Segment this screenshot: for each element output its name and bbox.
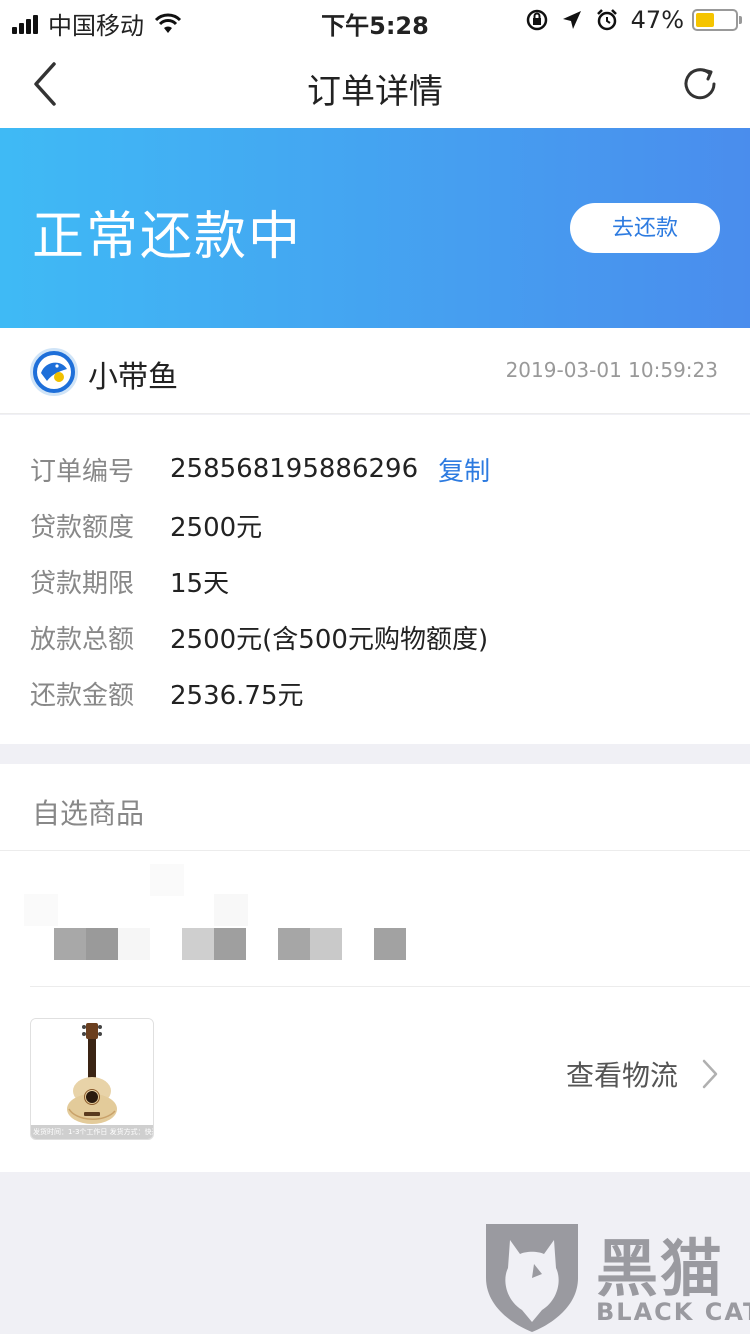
- detail-label: 还款金额: [30, 680, 135, 711]
- alarm-icon: [596, 9, 617, 31]
- location-icon: [562, 11, 581, 29]
- refresh-icon[interactable]: [678, 62, 722, 106]
- order-details: 订单编号 258568195886296 复制 贷款额度 2500元 贷款期限 …: [0, 415, 750, 744]
- product-thumbnail[interactable]: 发货时间：1-3个工作日 发货方式：快递: [30, 1018, 154, 1140]
- copy-link[interactable]: 复制: [438, 451, 490, 488]
- watermark-text-cn: 黑猫: [596, 1232, 725, 1305]
- detail-label: 贷款期限: [30, 568, 135, 599]
- status-bar-right: 47%: [525, 6, 742, 34]
- order-datetime: 2019-03-01 10:59:23: [505, 358, 718, 382]
- redacted-block: [374, 928, 406, 960]
- redacted-block: [86, 928, 118, 960]
- repayment-amount-value: 2536.75元: [170, 680, 304, 711]
- merchant-name: 小带鱼: [88, 360, 178, 395]
- fish-logo-icon: [30, 348, 78, 396]
- disbursed-total-value: 2500元(含500元购物额度): [170, 624, 489, 655]
- status-bar: 中国移动 下午5:28 47%: [0, 0, 750, 40]
- rotation-lock-icon: [526, 9, 547, 31]
- repayment-status-title: 正常还款中: [32, 207, 303, 267]
- detail-label: 放款总额: [30, 624, 135, 655]
- redacted-block: [214, 894, 248, 926]
- view-logistics-button[interactable]: 查看物流: [566, 1054, 720, 1094]
- battery-percent: 47%: [630, 6, 684, 34]
- cat-shield-icon: [486, 1224, 578, 1332]
- redacted-block: [310, 928, 342, 960]
- detail-row-disbursed-total: 放款总额 2500元(含500元购物额度): [30, 617, 488, 657]
- ukulele-image: [31, 1019, 153, 1127]
- redacted-block: [182, 928, 214, 960]
- detail-label: 订单编号: [30, 456, 135, 487]
- detail-label: 贷款额度: [30, 512, 135, 543]
- detail-row-loan-amount: 贷款额度 2500元: [30, 505, 262, 545]
- battery-icon: [692, 9, 742, 31]
- order-number-value: 258568195886296: [170, 454, 419, 484]
- repay-button[interactable]: 去还款: [570, 203, 720, 253]
- redacted-block: [24, 894, 58, 926]
- battery-fill: [696, 13, 714, 27]
- redacted-block: [54, 928, 86, 960]
- page-title: 订单详情: [307, 72, 443, 112]
- detail-row-loan-term: 贷款期限 15天: [30, 561, 229, 601]
- loan-amount-value: 2500元: [170, 512, 263, 543]
- thumbnail-caption: 发货时间：1-3个工作日 发货方式：快递: [31, 1125, 153, 1139]
- blackcat-watermark: 黑猫 BLACK CAT: [480, 1218, 750, 1334]
- section-title: 自选商品: [32, 797, 145, 830]
- loan-term-value: 15天: [170, 568, 230, 599]
- redacted-block: [214, 928, 246, 960]
- status-banner: 正常还款中 去还款: [0, 128, 750, 328]
- detail-row-order-number: 订单编号 258568195886296 复制: [30, 449, 490, 489]
- redacted-block: [278, 928, 310, 960]
- divider: [30, 986, 750, 987]
- logistics-label: 查看物流: [565, 1059, 678, 1092]
- watermark-text-en: BLACK CAT: [596, 1298, 750, 1326]
- divider: [0, 850, 750, 851]
- merchant-row: 小带鱼 2019-03-01 10:59:23: [0, 328, 750, 414]
- chevron-right-icon: [702, 1059, 718, 1089]
- nav-bar: 订单详情: [0, 40, 750, 128]
- selected-products-section: 自选商品 发货时间：1-3个工作日 发货方式：快递 查看物流: [0, 764, 750, 1172]
- redacted-block: [150, 864, 184, 896]
- detail-row-repayment-amount: 还款金额 2536.75元: [30, 673, 304, 713]
- redacted-block: [118, 928, 150, 960]
